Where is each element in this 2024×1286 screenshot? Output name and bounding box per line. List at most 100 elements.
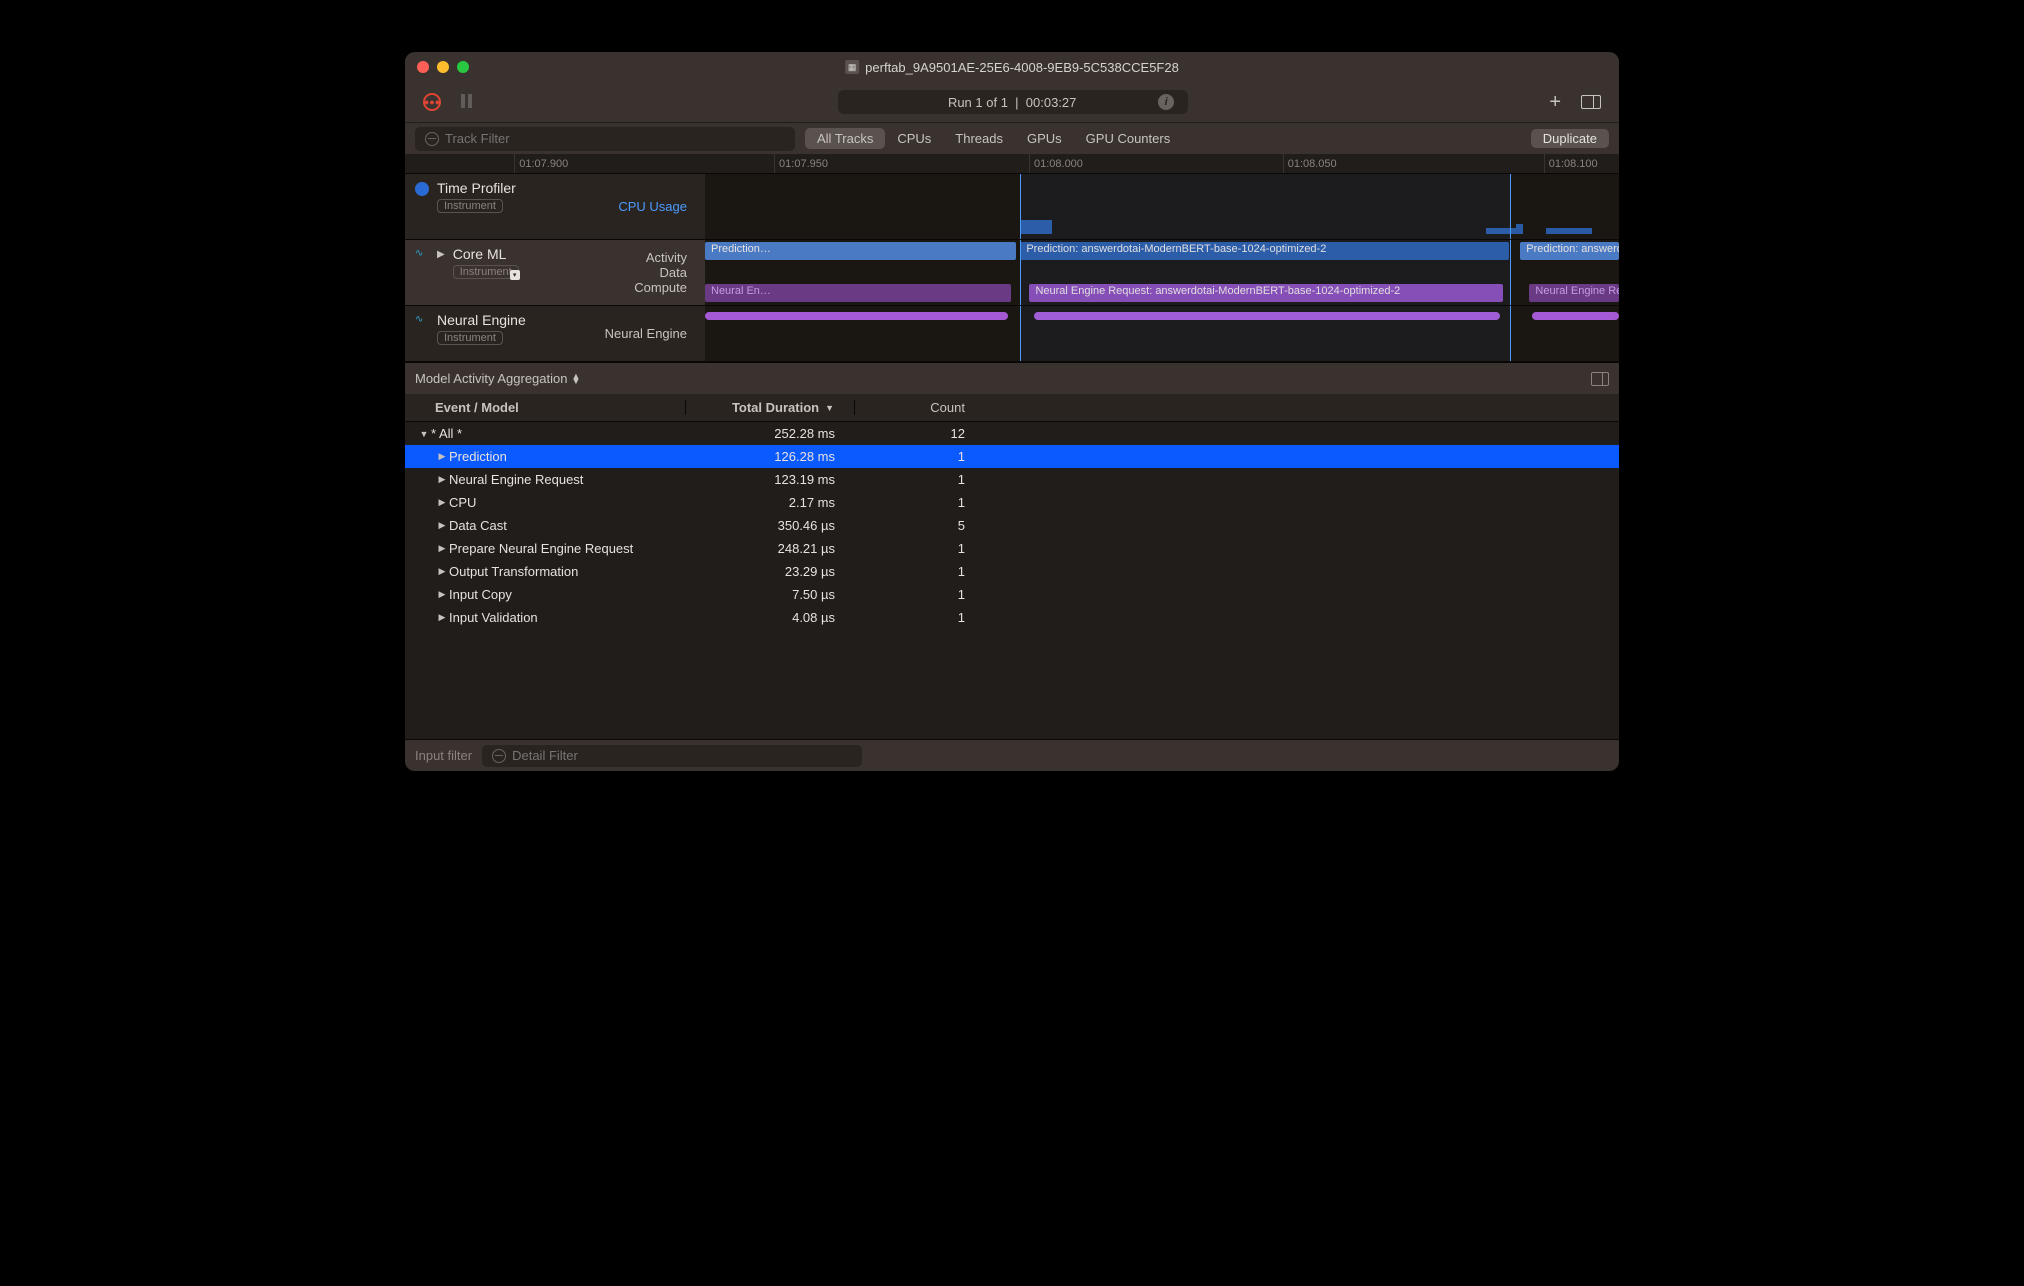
chevron-down-icon: ▼: [825, 403, 834, 413]
row-count: 1: [855, 472, 985, 487]
chevron-right-icon[interactable]: ▶: [435, 543, 449, 554]
duplicate-button[interactable]: Duplicate: [1531, 129, 1609, 148]
row-label: Input Validation: [449, 610, 538, 625]
row-label: Output Transformation: [449, 564, 578, 579]
record-button[interactable]: ●●●: [423, 93, 441, 111]
table-row[interactable]: ▶ Data Cast350.46 µs5: [405, 514, 1619, 537]
cpu-bar: [1516, 224, 1523, 234]
table-body: ▼ * All *252.28 ms12▶ Prediction126.28 m…: [405, 422, 1619, 739]
compute-bar[interactable]: Neural Engine Request: answerdotai-Moder…: [1029, 284, 1502, 302]
activity-bar[interactable]: Prediction: answerdotai-ModernBERT-base-…: [1020, 242, 1509, 260]
ne-bar[interactable]: [1532, 312, 1619, 320]
compute-bar[interactable]: Neural Engine Request: answerdo…: [1529, 284, 1619, 302]
chevron-down-icon[interactable]: ▼: [417, 429, 431, 439]
table-row[interactable]: ▶ Input Validation4.08 µs1: [405, 606, 1619, 629]
tab-threads[interactable]: Threads: [943, 128, 1015, 149]
cpu-bar: [1486, 228, 1516, 234]
tab-cpus[interactable]: CPUs: [885, 128, 943, 149]
table-row[interactable]: ▶ Output Transformation23.29 µs1: [405, 560, 1619, 583]
track-sublabels: Activity Data Compute: [634, 246, 695, 299]
track-header: Time Profiler Instrument CPU Usage: [405, 174, 705, 239]
timeline-ruler[interactable]: 01:07.900 01:07.950 01:08.000 01:08.050 …: [405, 154, 1619, 174]
add-button[interactable]: +: [1549, 91, 1561, 114]
bottom-bar: Input filter: [405, 739, 1619, 771]
chevron-down-icon[interactable]: ▾: [510, 270, 520, 280]
track-sublabel: CPU Usage: [618, 180, 695, 233]
row-label: * All *: [431, 426, 462, 441]
close-icon[interactable]: [417, 61, 429, 73]
tab-gpus[interactable]: GPUs: [1015, 128, 1074, 149]
chevron-right-icon[interactable]: ▶: [435, 497, 449, 508]
input-filter-label: Input filter: [415, 748, 472, 763]
row-count: 1: [855, 541, 985, 556]
track-name: Neural Engine: [437, 312, 597, 328]
chevron-right-icon[interactable]: ▶: [435, 589, 449, 600]
track-lanes[interactable]: [705, 306, 1619, 361]
tab-gpu-counters[interactable]: GPU Counters: [1074, 128, 1183, 149]
chevron-right-icon[interactable]: ▶: [435, 474, 449, 485]
record-icon: ●●●: [424, 97, 440, 107]
activity-bar[interactable]: Prediction…: [705, 242, 1016, 260]
sidebar-toggle-button[interactable]: [1591, 372, 1609, 386]
chevron-right-icon[interactable]: ▶: [435, 451, 449, 462]
info-icon[interactable]: i: [1158, 94, 1174, 110]
row-duration: 252.28 ms: [685, 426, 855, 441]
table-row[interactable]: ▶ Prepare Neural Engine Request248.21 µs…: [405, 537, 1619, 560]
table-row[interactable]: ▶ Prediction126.28 ms1: [405, 445, 1619, 468]
chevron-right-icon[interactable]: ▶: [435, 612, 449, 623]
ruler-tick: 01:08.100: [1544, 154, 1598, 173]
titlebar: ▦ perftab_9A9501AE-25E6-4008-9EB9-5C538C…: [405, 52, 1619, 82]
run-info: Run 1 of 1 | 00:03:27 i: [497, 90, 1529, 114]
row-count: 1: [855, 564, 985, 579]
chevron-right-icon[interactable]: ▶: [435, 566, 449, 577]
track-core-ml[interactable]: ∿ ▶ Core ML Instrument▾ Activity Data Co…: [405, 240, 1619, 306]
clock-icon: [415, 182, 429, 196]
traffic-lights: [417, 61, 469, 73]
column-duration[interactable]: Total Duration▼: [685, 400, 855, 415]
row-label: Neural Engine Request: [449, 472, 583, 487]
updown-icon: ▲▼: [571, 374, 580, 384]
track-time-profiler[interactable]: Time Profiler Instrument CPU Usage: [405, 174, 1619, 240]
instrument-badge[interactable]: Instrument: [437, 199, 503, 213]
table-row[interactable]: ▶ Neural Engine Request123.19 ms1: [405, 468, 1619, 491]
row-duration: 4.08 µs: [685, 610, 855, 625]
compute-bar[interactable]: Neural En…: [705, 284, 1011, 302]
chevron-right-icon[interactable]: ▶: [435, 520, 449, 531]
table-header: Event / Model Total Duration▼ Count: [405, 394, 1619, 422]
detail-dropdown[interactable]: Model Activity Aggregation ▲▼: [415, 371, 580, 386]
track-lanes[interactable]: [705, 174, 1619, 239]
table-row[interactable]: ▶ Input Copy7.50 µs1: [405, 583, 1619, 606]
ne-bar[interactable]: [705, 312, 1008, 320]
cpu-bar: [1020, 220, 1052, 234]
detail-title: Model Activity Aggregation: [415, 371, 567, 386]
track-filter[interactable]: [415, 127, 795, 151]
minimize-icon[interactable]: [437, 61, 449, 73]
column-count[interactable]: Count: [855, 400, 985, 415]
ruler-tick: 01:07.950: [774, 154, 828, 173]
instrument-badge[interactable]: Instrument: [437, 331, 503, 345]
wave-icon: ∿: [415, 314, 429, 328]
table-row[interactable]: ▼ * All *252.28 ms12: [405, 422, 1619, 445]
ne-bar[interactable]: [1034, 312, 1500, 320]
track-neural-engine[interactable]: ∿ Neural Engine Instrument Neural Engine: [405, 306, 1619, 362]
activity-bar[interactable]: Prediction: answerdotai-ModernBE…: [1520, 242, 1619, 260]
chevron-right-icon[interactable]: ▶: [437, 249, 445, 299]
run-text: Run 1 of 1 | 00:03:27: [948, 95, 1076, 110]
column-event[interactable]: Event / Model: [405, 400, 685, 415]
ruler-tick: 01:08.000: [1029, 154, 1083, 173]
row-label: Prepare Neural Engine Request: [449, 541, 633, 556]
zoom-icon[interactable]: [457, 61, 469, 73]
run-pill[interactable]: Run 1 of 1 | 00:03:27 i: [838, 90, 1188, 114]
track-lanes[interactable]: Prediction… Prediction: answerdotai-Mode…: [705, 240, 1619, 305]
panel-toggle-button[interactable]: [1581, 95, 1601, 109]
pause-button[interactable]: [461, 94, 477, 110]
row-label: CPU: [449, 495, 476, 510]
detail-filter[interactable]: [482, 745, 862, 767]
track-filter-input[interactable]: [445, 131, 785, 146]
table-row[interactable]: ▶ CPU2.17 ms1: [405, 491, 1619, 514]
tab-all-tracks[interactable]: All Tracks: [805, 128, 885, 149]
filter-icon: [492, 749, 506, 763]
row-count: 1: [855, 495, 985, 510]
detail-filter-input[interactable]: [512, 748, 852, 763]
instrument-badge[interactable]: Instrument▾: [453, 265, 519, 279]
